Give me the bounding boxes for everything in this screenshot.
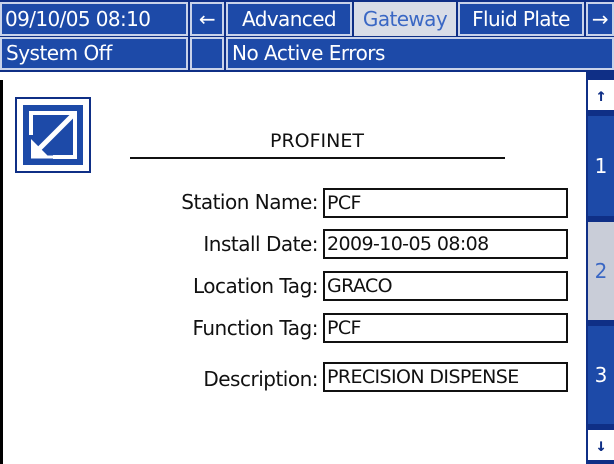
tab-gateway[interactable]: Gateway [354, 2, 456, 36]
scroll-down-button[interactable]: ↓ [588, 430, 614, 460]
function-tag-label: Function Tag: [192, 316, 318, 340]
tab-gateway-label: Gateway [362, 7, 448, 31]
forward-arrow-button[interactable]: → [586, 2, 614, 36]
install-date-label: Install Date: [203, 232, 318, 256]
function-tag-field[interactable]: PCF [323, 313, 568, 343]
down-arrow-icon: ↓ [595, 434, 607, 456]
tab-fluid-plate-label: Fluid Plate [472, 7, 570, 31]
panel-border [0, 80, 3, 464]
install-date-field[interactable]: 2009-10-05 08:08 [323, 229, 568, 259]
error-status: No Active Errors [226, 37, 614, 70]
title-divider [130, 157, 505, 159]
edit-icon [23, 105, 83, 165]
top-bar: 09/10/05 08:10 ← Advanced Gateway Fluid … [0, 0, 614, 72]
scroll-up-button[interactable]: ↑ [588, 80, 614, 110]
description-label: Description: [203, 367, 318, 391]
description-field[interactable]: PRECISION DISPENSE [323, 362, 568, 392]
page-2-button[interactable]: 2 [588, 222, 614, 320]
system-status: System Off [0, 37, 188, 70]
page-1-button[interactable]: 1 [588, 116, 614, 216]
page-2-label: 2 [594, 259, 608, 283]
tab-advanced-label: Advanced [242, 7, 337, 31]
datetime-display: 09/10/05 08:10 [0, 2, 188, 36]
left-arrow-icon: ← [198, 7, 216, 31]
edit-button[interactable] [15, 97, 91, 173]
station-name-field[interactable]: PCF [323, 188, 568, 218]
page-3-label: 3 [594, 363, 608, 387]
right-arrow-icon: → [591, 7, 609, 31]
tab-fluid-plate[interactable]: Fluid Plate [458, 2, 584, 36]
tab-advanced[interactable]: Advanced [226, 2, 352, 36]
location-tag-field[interactable]: GRACO [323, 271, 568, 301]
page-3-button[interactable]: 3 [588, 326, 614, 424]
location-tag-label: Location Tag: [192, 274, 319, 298]
back-arrow-button[interactable]: ← [190, 2, 224, 36]
page-1-label: 1 [594, 154, 608, 178]
up-arrow-icon: ↑ [595, 84, 607, 106]
page-title: PROFINET [270, 130, 364, 152]
station-name-label: Station Name: [181, 190, 318, 214]
status-indicator [190, 37, 224, 70]
